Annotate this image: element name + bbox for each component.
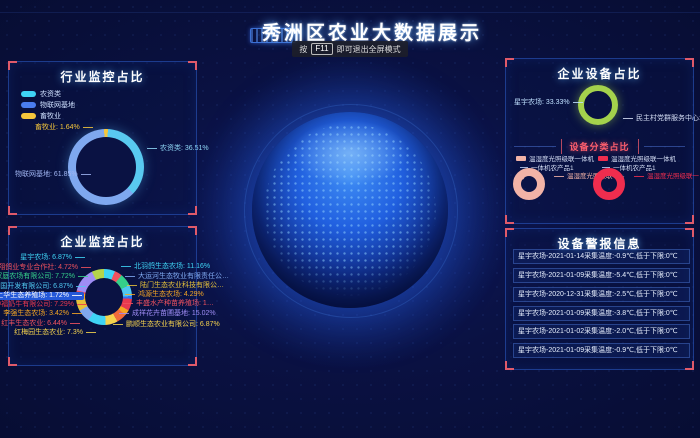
pie-label: 家庭农场有限公司: 7.72% bbox=[0, 273, 88, 281]
pie-label: 国开发有限公司: 6.87% bbox=[0, 283, 86, 291]
pie-label: 民主村党群服务中心: bbox=[623, 115, 700, 123]
legend-item[interactable]: 物联网基地 bbox=[21, 99, 75, 110]
device-donut-chart[interactable] bbox=[578, 85, 618, 125]
panel-title: 企业监控占比 bbox=[9, 233, 196, 250]
corner-accent bbox=[505, 215, 514, 224]
corner-accent bbox=[188, 206, 197, 215]
device-class-subtitle: 设备分类占比 bbox=[514, 139, 685, 154]
class-donut-left[interactable] bbox=[513, 168, 545, 200]
class-donut-right[interactable] bbox=[593, 168, 625, 200]
pie-label-highlighted: 上华生态养殖场: 1.72% bbox=[0, 292, 84, 300]
divider-line bbox=[514, 146, 556, 147]
earth-globe bbox=[252, 112, 448, 308]
legend-item[interactable]: 畜牧业 bbox=[21, 110, 75, 121]
pie-label: 陆门生态农业科技有限公… bbox=[127, 282, 224, 290]
pie-label: 丰盛水产种苗养殖场: 1… bbox=[123, 300, 214, 308]
alarm-row: 星宇农场-2021-01-09采集温度:-3.8℃,低于下限:0℃ bbox=[513, 306, 690, 321]
panel-device-alarms: 设备警报信息 星宇农场-2021-01-14采集温度:-0.9℃,低于下限:0℃… bbox=[505, 228, 694, 370]
top-divider bbox=[0, 12, 700, 13]
legend-label: 物联网基地 bbox=[40, 100, 75, 110]
dashboard-stage: 秀洲区农业大数据展示 按 F11 即可退出全屏模式 行业监控占比 农资类 物联网… bbox=[0, 0, 700, 438]
industry-donut-chart[interactable] bbox=[68, 129, 144, 205]
panel-title: 企业设备占比 bbox=[506, 65, 693, 82]
subtitle-text: 设备分类占比 bbox=[561, 139, 639, 154]
corner-accent bbox=[8, 357, 17, 366]
legend-swatch[interactable] bbox=[598, 156, 608, 161]
pie-label: 鹏顺生态农业有限公司: 6.87% bbox=[113, 321, 220, 329]
pie-label: 星宇农场: 6.87% bbox=[20, 254, 85, 262]
alarm-row: 星宇农场-2021-01-09采集温度:-5.4℃,低于下限:0℃ bbox=[513, 268, 690, 283]
alarm-row: 星宇农场-2021-01-09采集温度:-0.9℃,低于下限:0℃ bbox=[513, 343, 690, 358]
corner-accent bbox=[505, 361, 514, 370]
pie-label: 中福奶牛有限公司: 7.29% bbox=[0, 301, 87, 309]
alarm-row: 星宇农场-2021-01-02采集温度:-2.0℃,低于下限:0℃ bbox=[513, 324, 690, 339]
panel-title: 行业监控占比 bbox=[9, 68, 196, 85]
corner-accent bbox=[685, 215, 694, 224]
legend-label: 农资类 bbox=[40, 89, 61, 99]
corner-accent bbox=[685, 361, 694, 370]
donut-notch bbox=[517, 171, 526, 180]
legend-label: 畜牧业 bbox=[40, 111, 61, 121]
pie-label: 红丰生态农业: 6.44% bbox=[1, 320, 80, 328]
legend-item[interactable]: 农资类 bbox=[21, 88, 75, 99]
legend-swatch[interactable] bbox=[21, 102, 36, 108]
pie-label: 李强生态农场: 3.42% bbox=[3, 310, 82, 318]
corner-accent bbox=[8, 206, 17, 215]
legend-swatch[interactable] bbox=[21, 91, 36, 97]
pie-label: 畜牧业: 1.64% bbox=[35, 124, 93, 132]
industry-legend: 农资类 物联网基地 畜牧业 bbox=[21, 88, 75, 121]
pie-label: 科翔鸽业专业合作社: 4.72% bbox=[0, 264, 91, 272]
pie-label: 成祥花卉苗圃基地: 15.02% bbox=[119, 310, 216, 318]
legend-label: 一体机农产品1 bbox=[613, 162, 656, 172]
pie-label: 农资类: 36.51% bbox=[147, 145, 209, 153]
corner-accent bbox=[188, 357, 197, 366]
donut-notch bbox=[597, 171, 606, 180]
pie-label: 北羽鸽生态农场: 11.16% bbox=[121, 263, 210, 271]
alarm-row: 星宇农场-2021-01-14采集温度:-0.9℃,低于下限:0℃ bbox=[513, 249, 690, 264]
hint-prefix: 按 bbox=[299, 44, 307, 55]
legend-swatch[interactable] bbox=[516, 156, 526, 161]
pie-label: 红梅园生态农业: 7.3% bbox=[14, 329, 96, 337]
alarm-row: 星宇农场-2020-12-31采集温度:-2.5℃,低于下限:0℃ bbox=[513, 287, 690, 302]
panel-industry-ratio: 行业监控占比 农资类 物联网基地 畜牧业 畜牧业: 1.64% 农资类: 36.… bbox=[8, 61, 197, 215]
pie-label: 星宇农场: 33.33% bbox=[514, 99, 583, 107]
pie-label: 温湿度光照级联一→ bbox=[634, 173, 700, 181]
pie-label: 物联网基地: 61.85% bbox=[15, 171, 91, 179]
pie-label: 大运河生态牧业有限责任公… bbox=[125, 273, 229, 281]
panel-enterprise-ratio: 企业监控占比 星宇农场: 6.87% 科翔鸽业专业合作社: 4.72% 家庭农场… bbox=[8, 226, 197, 366]
pie-label: 鸿源生态农场: 4.29% bbox=[125, 291, 204, 299]
panel-device-ratio: 企业设备占比 星宇农场: 33.33% 民主村党群服务中心: 设备分类占比 温湿… bbox=[505, 58, 694, 224]
divider-line bbox=[644, 146, 686, 147]
globe-highlight bbox=[291, 120, 409, 187]
legend-swatch[interactable] bbox=[21, 113, 36, 119]
